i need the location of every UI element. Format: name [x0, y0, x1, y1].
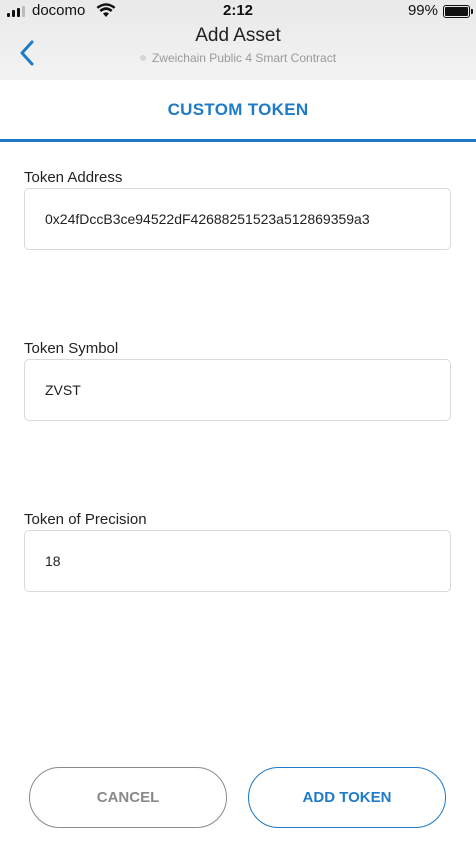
cancel-button[interactable]: CANCEL: [29, 767, 227, 828]
network-name: Zweichain Public 4 Smart Contract: [151, 51, 337, 65]
tab-custom-token-label: CUSTOM TOKEN: [167, 100, 309, 119]
battery-icon: [443, 5, 473, 18]
network-subtitle: Zweichain Public 4 Smart Contract: [0, 51, 476, 65]
token-symbol-label: Token Symbol: [24, 340, 119, 357]
tab-custom-token[interactable]: CUSTOM TOKEN: [0, 80, 476, 142]
battery-percentage: 99%: [407, 2, 438, 19]
navigation-bar: Add Asset Zweichain Public 4 Smart Contr…: [0, 22, 476, 80]
token-precision-label: Token of Precision: [24, 511, 147, 528]
token-address-input[interactable]: 0x24fDccB3ce94522dF42688251523a512869359…: [24, 188, 451, 250]
token-precision-input[interactable]: 18: [24, 530, 451, 592]
token-address-label: Token Address: [24, 169, 123, 186]
network-status-dot: [139, 55, 146, 61]
status-bar: docomo 2:12 99%: [0, 0, 476, 22]
tab-active-indicator: [0, 139, 476, 142]
page-title: Add Asset: [195, 25, 281, 46]
add-asset-screen: docomo 2:12 99% Add Asset Zweichain Publ…: [0, 0, 476, 847]
token-symbol-input[interactable]: ZVST: [24, 359, 451, 421]
add-token-button[interactable]: ADD TOKEN: [248, 767, 446, 828]
status-time: 2:12: [222, 2, 254, 19]
